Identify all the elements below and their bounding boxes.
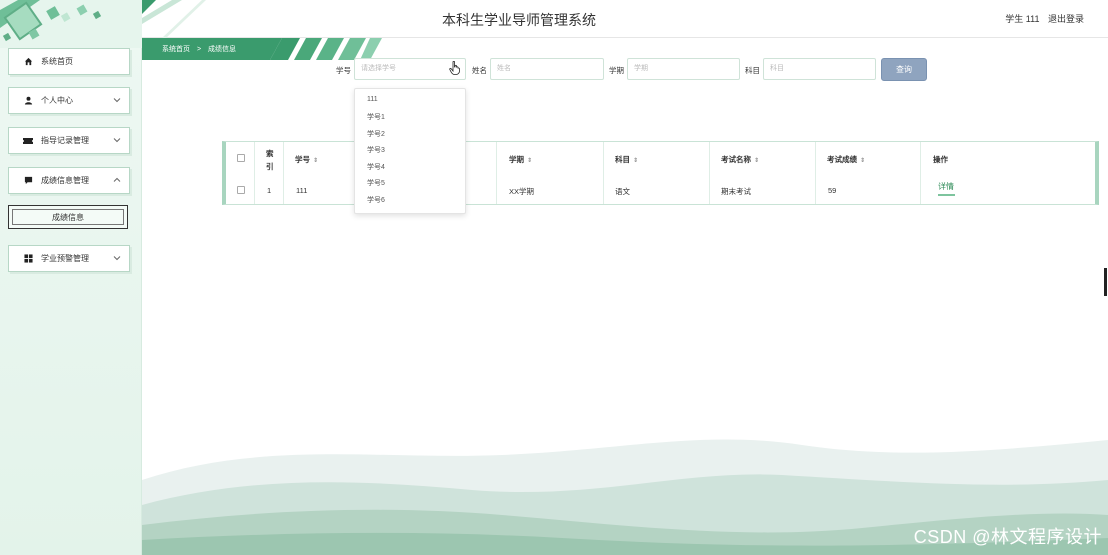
chat-icon bbox=[23, 176, 33, 186]
name-label: 姓名 bbox=[472, 66, 487, 75]
detail-underline bbox=[938, 194, 955, 196]
name-placeholder: 姓名 bbox=[497, 65, 511, 72]
header-term-label: 学期 bbox=[509, 155, 524, 164]
cell-student-id: 111 bbox=[296, 186, 308, 195]
dropdown-option[interactable]: 学号3 bbox=[367, 145, 385, 155]
cell-exam-name: 期末考试 bbox=[721, 187, 751, 196]
sidebar-subitem-grade-info[interactable]: 成绩信息 bbox=[8, 205, 128, 229]
logo-decoration bbox=[0, 0, 142, 48]
sidebar-item-label: 指导记录管理 bbox=[41, 136, 89, 145]
dropdown-option[interactable]: 学号2 bbox=[367, 129, 385, 139]
breadcrumb-home[interactable]: 系统首页 bbox=[162, 46, 190, 53]
header-term[interactable]: 学期 ⇕ bbox=[509, 154, 532, 165]
grid-icon bbox=[23, 254, 33, 264]
sort-icon[interactable]: ⇕ bbox=[527, 158, 532, 164]
logout-link[interactable]: 退出登录 bbox=[1048, 14, 1084, 24]
header-exam-name[interactable]: 考试名称 ⇕ bbox=[721, 154, 759, 165]
sort-icon[interactable]: ⇕ bbox=[313, 158, 318, 164]
scrollbar-thumb[interactable] bbox=[1104, 268, 1107, 296]
header-subject[interactable]: 科目 ⇕ bbox=[615, 154, 638, 165]
ticket-icon bbox=[23, 136, 33, 146]
sidebar: 系统首页 个人中心 指导记录管理 成绩信息管理 成绩信息 学业预警管理 bbox=[0, 0, 142, 555]
student-id-dropdown: 111 学号1 学号2 学号3 学号4 学号5 学号6 bbox=[354, 88, 466, 214]
cell-index: 1 bbox=[267, 186, 272, 195]
dropdown-option[interactable]: 学号4 bbox=[367, 162, 385, 172]
user-icon bbox=[23, 96, 33, 106]
student-id-label: 学号 bbox=[336, 66, 351, 75]
sidebar-item-label: 学业预警管理 bbox=[41, 254, 89, 263]
sidebar-item-label: 成绩信息管理 bbox=[41, 176, 89, 185]
hand-cursor-icon bbox=[449, 60, 461, 75]
cell-subject: 语文 bbox=[615, 187, 630, 196]
dropdown-option[interactable]: 学号6 bbox=[367, 195, 385, 205]
header-student-id[interactable]: 学号 ⇕ bbox=[295, 154, 318, 165]
current-user: 学生 111 bbox=[1005, 14, 1040, 24]
search-button[interactable]: 查询 bbox=[881, 58, 927, 81]
sort-icon[interactable]: ⇕ bbox=[860, 158, 865, 164]
subitem-frame bbox=[12, 209, 124, 225]
cell-term: XX学期 bbox=[509, 187, 535, 196]
sidebar-item-home[interactable]: 系统首页 bbox=[8, 48, 130, 75]
user-area: 学生 111 退出登录 bbox=[999, 12, 1084, 25]
dropdown-option[interactable]: 学号1 bbox=[367, 112, 385, 122]
watermark-text: CSDN @林文程序设计 bbox=[913, 527, 1102, 547]
sidebar-item-academic-warning[interactable]: 学业预警管理 bbox=[8, 245, 130, 272]
select-all-checkbox[interactable] bbox=[237, 154, 245, 162]
chevron-down-icon bbox=[113, 254, 121, 262]
home-icon bbox=[23, 57, 33, 67]
breadcrumb-separator: > bbox=[196, 46, 202, 53]
sidebar-item-guidance-records[interactable]: 指导记录管理 bbox=[8, 127, 130, 154]
header-score-label: 考试成绩 bbox=[827, 155, 857, 164]
chevron-down-icon bbox=[113, 136, 121, 144]
top-header: 本科生学业导师管理系统 学生 111 退出登录 bbox=[142, 0, 1108, 38]
breadcrumb-current: 成绩信息 bbox=[208, 46, 236, 53]
header-index-2: 引 bbox=[266, 162, 274, 171]
subject-placeholder: 科目 bbox=[770, 65, 784, 72]
sidebar-item-grade-management[interactable]: 成绩信息管理 bbox=[8, 167, 130, 194]
term-label: 学期 bbox=[609, 66, 624, 75]
header-score[interactable]: 考试成绩 ⇕ bbox=[827, 154, 865, 165]
subject-input[interactable]: 科目 bbox=[763, 58, 876, 80]
header-subject-label: 科目 bbox=[615, 155, 630, 164]
dropdown-option[interactable]: 111 bbox=[367, 96, 378, 103]
sort-icon[interactable]: ⇕ bbox=[633, 158, 638, 164]
student-id-placeholder: 请选择学号 bbox=[361, 65, 396, 72]
detail-link[interactable]: 详情 bbox=[938, 181, 954, 192]
page-title: 本科生学业导师管理系统 bbox=[442, 12, 596, 28]
header-student-id-label: 学号 bbox=[295, 155, 310, 164]
breadcrumb: 系统首页 > 成绩信息 bbox=[142, 38, 382, 60]
header-exam-name-label: 考试名称 bbox=[721, 155, 751, 164]
term-input[interactable]: 学期 bbox=[627, 58, 740, 80]
sidebar-item-label: 系统首页 bbox=[41, 57, 73, 66]
logo-squares bbox=[0, 0, 142, 48]
dropdown-option[interactable]: 学号5 bbox=[367, 178, 385, 188]
chevron-up-icon bbox=[113, 176, 121, 184]
header-index-1: 索 bbox=[266, 149, 274, 158]
sidebar-item-personal-center[interactable]: 个人中心 bbox=[8, 87, 130, 114]
subject-label: 科目 bbox=[745, 66, 760, 75]
header-action: 操作 bbox=[933, 155, 948, 164]
sidebar-item-label: 个人中心 bbox=[41, 96, 73, 105]
header-stripes bbox=[142, 0, 206, 38]
row-checkbox[interactable] bbox=[237, 186, 245, 194]
sort-icon[interactable]: ⇕ bbox=[754, 158, 759, 164]
name-input[interactable]: 姓名 bbox=[490, 58, 604, 80]
cell-score: 59 bbox=[828, 186, 837, 195]
term-placeholder: 学期 bbox=[634, 65, 648, 72]
chevron-down-icon bbox=[113, 96, 121, 104]
breadcrumb-text: 系统首页 > 成绩信息 bbox=[162, 44, 236, 54]
